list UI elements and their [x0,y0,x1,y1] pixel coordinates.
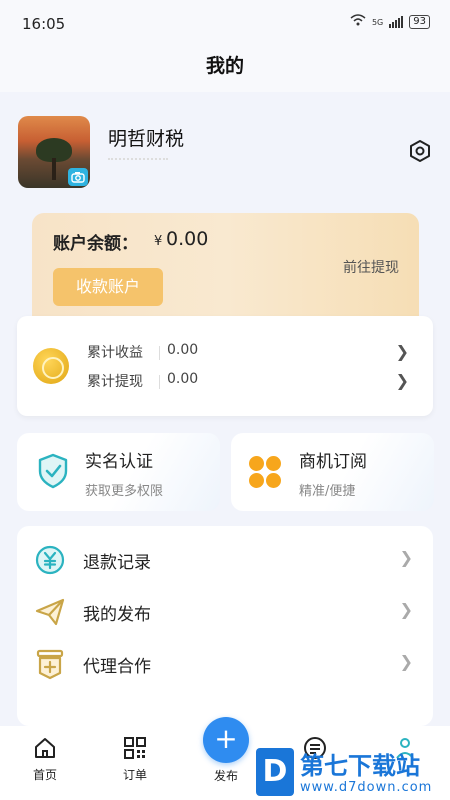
watermark-logo: D [256,748,294,796]
menu-list: 退款记录 ❯ 我的发布 ❯ 代理合作 ❯ [17,526,433,726]
divider [159,375,160,389]
tab-orders[interactable]: 订单 [105,736,165,783]
publish-button[interactable]: + [203,717,249,763]
earnings-value: 0.00 [167,342,199,358]
menu-item-label: 代理合作 [83,657,151,677]
watermark-title: 第七下载站 [300,752,420,780]
status-bar: 16:05 5G 93 [0,0,450,46]
profile-name: 明哲财税 [108,128,185,150]
balance-card: 账户余额： ¥ 0.00 收款账户 前往提现 [32,213,419,333]
coin-icon [33,348,69,384]
withdrawn-label: 累计提现 [87,374,143,390]
settings-hex-icon[interactable] [408,139,432,163]
earnings-card: 累计收益 0.00 ❯ 累计提现 0.00 ❯ [17,316,433,416]
battery-indicator: 93 [409,15,430,29]
home-icon [35,738,55,758]
divider [159,346,160,360]
paper-plane-icon [34,596,66,628]
tile-title: 实名认证 [85,452,153,472]
tile-subtitle: 精准/便捷 [299,484,356,499]
withdraw-link[interactable]: 前往提现 [343,257,399,277]
chevron-right-icon: ❯ [399,600,413,619]
status-icons: 5G 93 [350,14,430,30]
balance-currency: ¥ [154,234,163,249]
shield-check-icon [37,453,69,489]
publish-label: 发布 [213,769,238,783]
tile-title: 商机订阅 [299,452,367,472]
wifi-icon [350,14,366,30]
camera-icon[interactable] [68,168,88,186]
avatar[interactable] [18,116,90,188]
menu-item-label: 退款记录 [83,553,151,573]
status-time: 16:05 [22,15,66,33]
tab-label: 首页 [32,768,57,782]
network-label: 5G [371,17,384,27]
chevron-right-icon: ❯ [395,342,409,361]
earnings-row-total[interactable]: 累计收益 0.00 ❯ [87,342,417,364]
qr-code-icon [124,737,146,759]
chevron-right-icon: ❯ [399,652,413,671]
menu-item-label: 我的发布 [83,605,151,625]
tab-label: 订单 [122,768,147,782]
balance-label: 账户余额： [53,234,138,254]
profile-section: 明哲财税 [18,116,432,188]
earnings-row-withdrawn[interactable]: 累计提现 0.00 ❯ [87,371,417,393]
signal-icon [389,16,404,28]
menu-item-refund-records[interactable]: 退款记录 ❯ [17,532,433,584]
tile-real-name-auth[interactable]: 实名认证 获取更多权限 [17,433,220,511]
profile-subtitle-placeholder [108,158,168,161]
refund-yen-icon [34,544,66,576]
menu-item-my-posts[interactable]: 我的发布 ❯ [17,584,433,636]
earnings-label: 累计收益 [87,345,143,361]
tab-home[interactable]: 首页 [15,736,75,783]
menu-item-agent-cooperation[interactable]: 代理合作 ❯ [17,636,433,688]
nav-bar: 我的 [0,46,450,92]
withdrawn-value: 0.00 [167,371,199,387]
clover-icon [249,456,281,488]
tile-opportunity-subscription[interactable]: 商机订阅 精准/便捷 [231,433,434,511]
watermark-url: www.d7down.com [300,780,433,795]
collect-account-button[interactable]: 收款账户 [53,268,163,306]
balance-value: 0.00 [166,228,209,250]
page-title: 我的 [205,55,244,77]
chevron-right-icon: ❯ [395,371,409,390]
site-watermark: D 第七下载站 www.d7down.com [256,744,446,800]
chevron-right-icon: ❯ [399,548,413,567]
avatar-trunk-shape [52,158,56,180]
agent-plus-icon [34,648,66,680]
tile-subtitle: 获取更多权限 [85,484,164,499]
